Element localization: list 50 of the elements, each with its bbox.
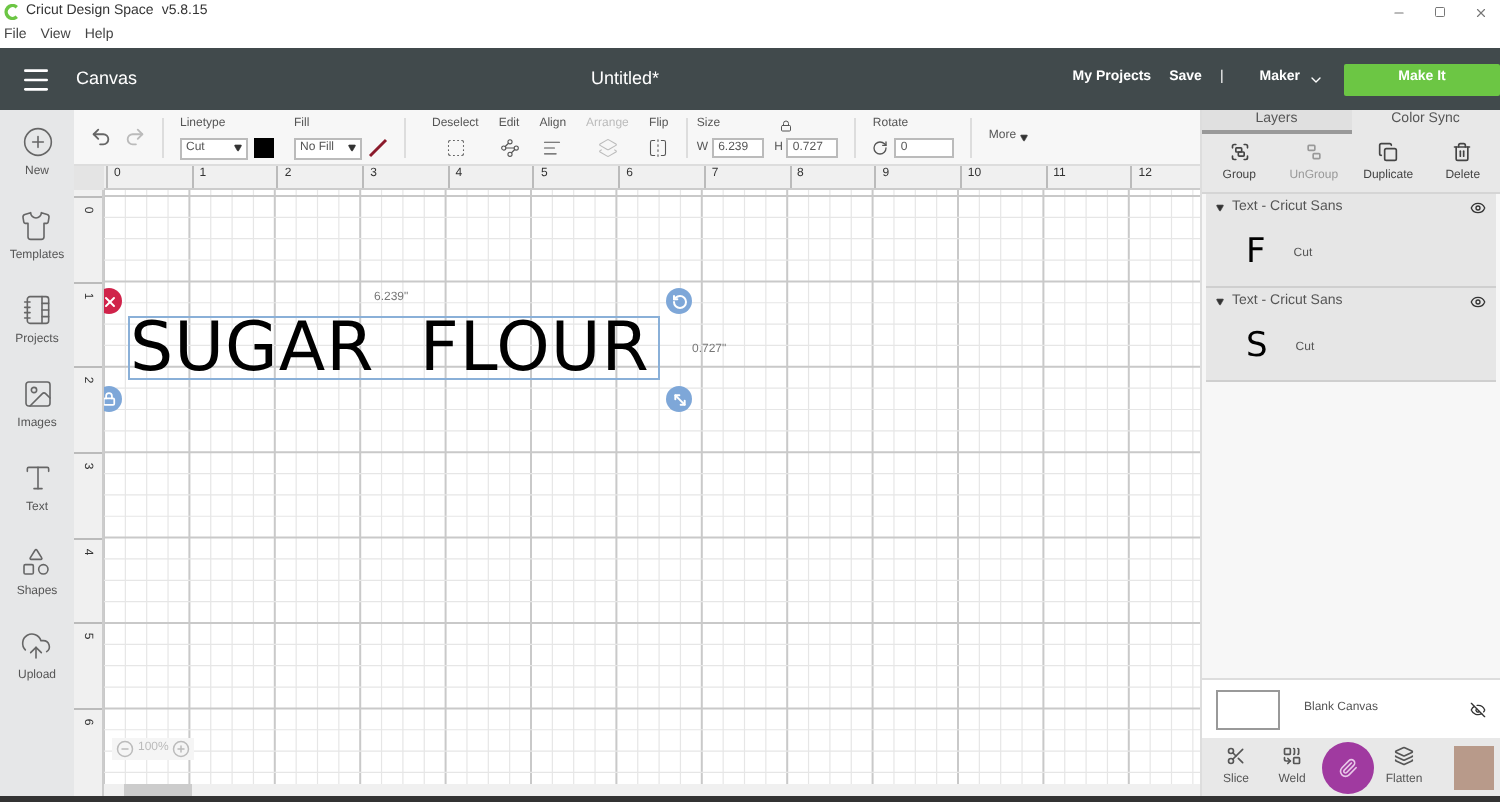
lock-icon[interactable] — [780, 119, 793, 131]
rotate-handle[interactable] — [666, 288, 692, 314]
image-icon — [21, 378, 53, 410]
align-icon — [542, 138, 563, 158]
shirt-icon — [20, 210, 53, 242]
expand-caret-icon[interactable] — [1216, 204, 1224, 212]
ungroup-icon — [1303, 141, 1324, 161]
copy-icon — [1378, 141, 1399, 161]
maximize-icon[interactable] — [1434, 6, 1446, 18]
close-icon[interactable] — [1474, 5, 1488, 19]
eye-icon[interactable] — [1470, 294, 1486, 310]
trash-icon — [1452, 141, 1473, 161]
scissors-icon — [1226, 745, 1246, 765]
logo-icon — [4, 4, 20, 20]
rotate-icon — [671, 293, 687, 309]
blank-canvas-swatch[interactable] — [1216, 689, 1280, 729]
cloud-upload-icon — [20, 630, 53, 662]
text-icon — [21, 462, 53, 494]
merge-icon — [1282, 745, 1302, 765]
no-fill-icon[interactable] — [368, 138, 388, 158]
section-title: Canvas — [76, 65, 138, 92]
document-title: Untitled* — [591, 65, 660, 92]
expand-caret-icon[interactable] — [1216, 298, 1224, 306]
caret-icon — [234, 144, 242, 152]
close-icon — [104, 293, 117, 309]
plus-circle-icon — [21, 126, 53, 158]
color-swatch[interactable] — [254, 138, 274, 158]
notebook-icon — [21, 294, 53, 326]
undo-icon[interactable] — [90, 126, 112, 148]
group-icon — [1229, 141, 1250, 161]
flip-icon — [648, 138, 669, 158]
eye-off-icon[interactable] — [1470, 701, 1486, 717]
shapes-icon — [20, 546, 53, 578]
stack-icon — [597, 138, 618, 158]
photo-placeholder — [1454, 745, 1494, 789]
rotate-icon — [872, 140, 889, 156]
node-icon — [499, 138, 520, 158]
menu-icon[interactable] — [20, 63, 52, 95]
caret-icon — [348, 144, 356, 152]
paperclip-icon — [1338, 757, 1358, 777]
layers-icon — [1394, 745, 1414, 765]
layer-thumbnail: S — [1246, 324, 1268, 371]
lock-icon — [104, 392, 116, 406]
layer-thumbnail: F — [1246, 230, 1266, 277]
caret-icon — [1020, 133, 1029, 141]
eye-icon[interactable] — [1470, 200, 1486, 216]
resize-handle[interactable] — [666, 386, 692, 412]
resize-icon — [671, 391, 687, 407]
scrollbar-thumb[interactable] — [124, 784, 192, 796]
highlighted-tool[interactable] — [1322, 741, 1374, 793]
